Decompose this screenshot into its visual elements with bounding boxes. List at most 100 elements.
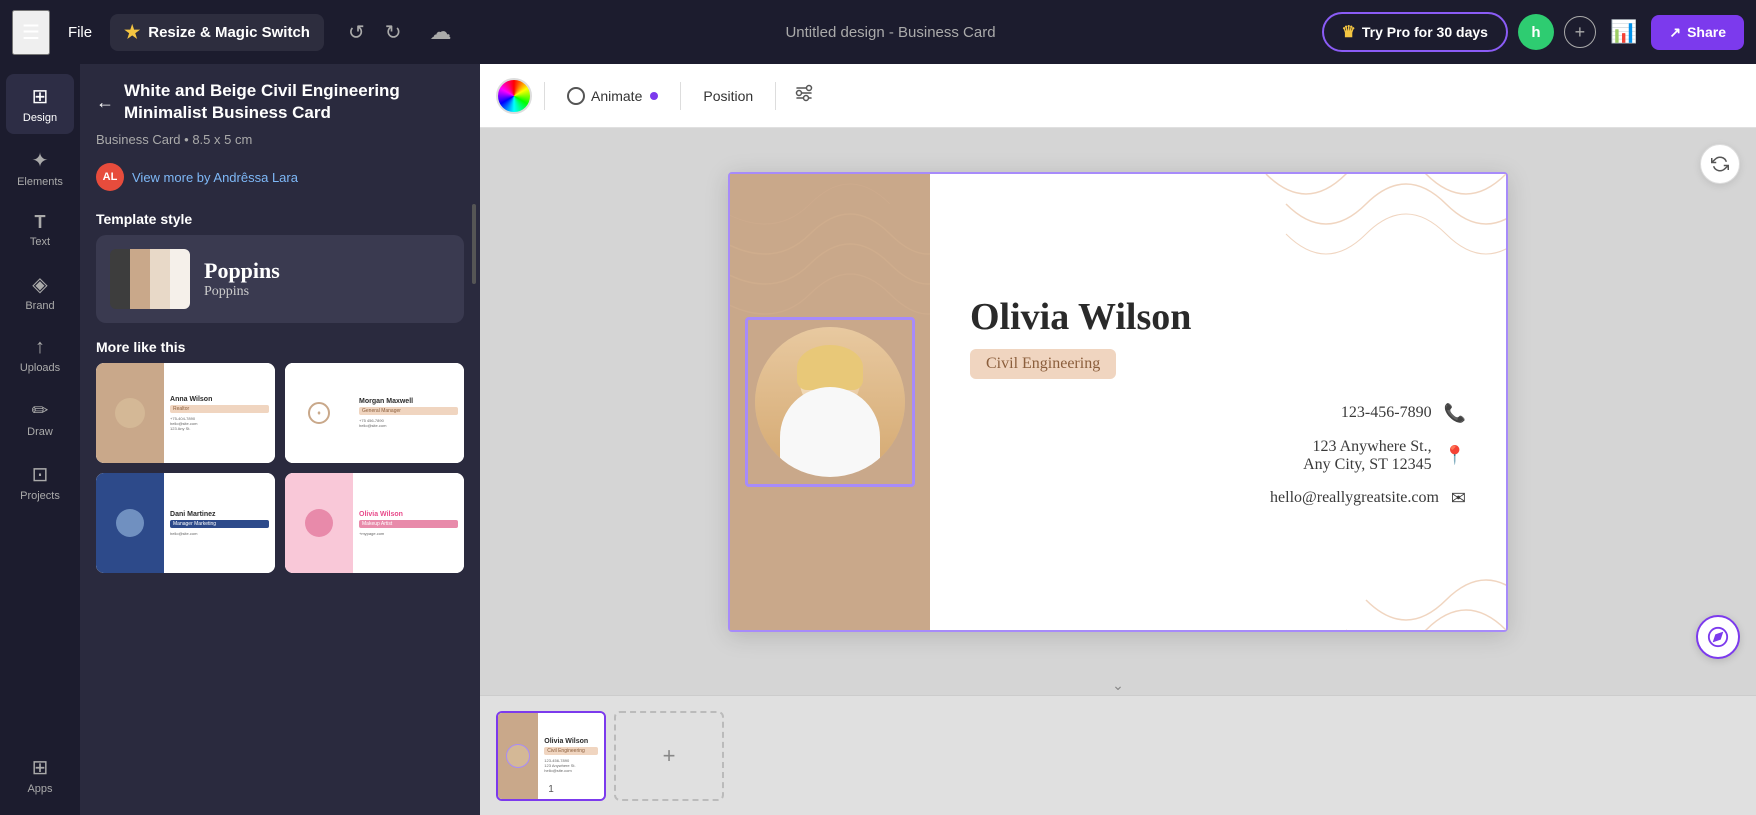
sidebar-label-apps: Apps [27,783,52,795]
sidebar-item-apps[interactable]: ⊞ Apps [6,745,74,805]
ai-compass-button[interactable] [1696,615,1740,659]
template-thumb-4[interactable]: Olivia Wilson Makeup Artist +mypage.com [285,473,464,573]
template-thumb-2[interactable]: ♦ Morgan Maxwell General Manager +75 456… [285,363,464,463]
more-options-button[interactable] [788,77,820,115]
animate-circle-icon [567,87,585,105]
try-pro-label: Try Pro for 30 days [1362,24,1488,40]
filmstrip-page-number: 1 [548,784,554,795]
card-job-title: Civil Engineering [970,349,1116,379]
photo-frame [745,317,915,487]
cloud-save-button[interactable]: ☁ [422,13,460,51]
thumb-name-1: Anna Wilson [170,396,269,403]
template-thumb-1[interactable]: Anna Wilson Realtor +75-404-7890hello@si… [96,363,275,463]
thumb-job-4: Makeup Artist [359,520,458,528]
filmstrip-card-job: Civil Engineering [544,747,598,755]
font-name-small: Poppins [204,284,280,300]
color-picker-button[interactable] [496,78,532,114]
thumb-name-2: Morgan Maxwell [359,398,458,405]
person-silhouette [755,327,905,477]
scroll-handle[interactable] [472,204,476,284]
redo-button[interactable]: ↻ [377,14,410,51]
uploads-icon: ↑ [35,336,45,359]
thumb-left-4 [285,473,353,573]
panel-back-button[interactable]: ← [96,92,114,113]
business-card: Olivia Wilson Civil Engineering 123-456-… [728,172,1508,632]
sidebar-item-elements[interactable]: ✦ Elements [6,138,74,198]
font-name-large: Poppins [204,258,280,284]
thumb-job-3: Manager Marketing [170,520,269,528]
thumb-name-3: Dani Martinez [170,511,269,518]
template-style-card[interactable]: Poppins Poppins [96,235,464,323]
person-body [780,387,880,477]
filmstrip-card-name: Olivia Wilson [544,738,598,745]
refresh-ai-button[interactable] [1700,144,1740,184]
template-style-title: Template style [80,199,480,235]
undo-redo-group: ↺ ↻ [340,14,410,51]
thumb-contact-4: +mypage.com [359,531,458,536]
star-icon: ★ [124,22,140,43]
try-pro-button[interactable]: ♛ Try Pro for 30 days [1322,12,1508,52]
sidebar-label-design: Design [23,112,57,124]
font-info: Poppins Poppins [204,258,280,300]
brand-icon: ◈ [32,272,47,297]
panel-header: ← White and Beige Civil Engineering Mini… [80,64,480,132]
thumb-card-1: Anna Wilson Realtor +75-404-7890hello@si… [96,363,275,463]
sidebar-label-uploads: Uploads [20,362,60,374]
contact-address-row: 123 Anywhere St., Any City, ST 12345 📍 [970,438,1466,474]
thumb-contact-3: hello@site.com [170,531,269,536]
thumb-card-3: Dani Martinez Manager Marketing hello@si… [96,473,275,573]
card-left-section [730,174,930,630]
filmstrip-page-1[interactable]: Olivia Wilson Civil Engineering 123-456-… [496,711,606,801]
color-swatches [110,249,190,309]
add-page-icon: + [663,743,676,769]
phone-icon: 📞 [1444,403,1466,424]
panel-title: White and Beige Civil Engineering Minima… [124,80,464,124]
analytics-button[interactable]: 📊 [1606,15,1641,49]
topbar: ☰ File ★ Resize & Magic Switch ↺ ↻ ☁ Unt… [0,0,1756,64]
add-collaborator-button[interactable]: + [1564,16,1596,48]
card-person-name: Olivia Wilson [970,295,1466,339]
sidebar-label-draw: Draw [27,426,53,438]
animate-dot [650,92,658,100]
sidebar-item-design[interactable]: ⊞ Design [6,74,74,134]
location-icon: 📍 [1444,445,1466,466]
projects-icon: ⊡ [32,462,49,487]
animate-button[interactable]: Animate [557,81,668,111]
sidebar-label-text: Text [30,236,50,248]
position-button[interactable]: Position [693,82,763,110]
share-icon: ↗ [1669,24,1681,41]
author-link[interactable]: View more by Andrêssa Lara [132,170,298,185]
add-page-button[interactable]: + [614,711,724,801]
user-avatar-button[interactable]: h [1518,14,1554,50]
topbar-right: ♛ Try Pro for 30 days h + 📊 ↗ Share [1322,12,1744,52]
filmstrip: Olivia Wilson Civil Engineering 123-456-… [480,695,1756,815]
templates-grid: Anna Wilson Realtor +75-404-7890hello@si… [80,363,480,573]
elements-icon: ✦ [32,148,49,173]
contact-address: 123 Anywhere St., Any City, ST 12345 [1303,438,1431,474]
sidebar-item-text[interactable]: T Text [6,202,74,258]
canvas-toolbar: Animate Position [480,64,1756,128]
template-thumb-3[interactable]: Dani Martinez Manager Marketing hello@si… [96,473,275,573]
panel-collapse-button[interactable]: ‹ [470,416,480,464]
file-menu-button[interactable]: File [58,18,102,47]
sidebar-item-brand[interactable]: ◈ Brand [6,262,74,322]
contact-phone: 123-456-7890 [1341,404,1432,422]
contact-email: hello@reallygreatsite.com [1270,489,1439,507]
sidebar-item-projects[interactable]: ⊡ Projects [6,452,74,512]
resize-magic-switch-button[interactable]: ★ Resize & Magic Switch [110,14,324,51]
share-button[interactable]: ↗ Share [1651,15,1744,50]
filmstrip-card-contact: 123-456-7890123 Anywhere St.hello@site.c… [544,758,598,773]
sidebar-item-uploads[interactable]: ↑ Uploads [6,326,74,384]
undo-button[interactable]: ↺ [340,14,373,51]
collapse-filmstrip-button[interactable]: ⌄ [1112,677,1124,694]
swatch-4 [170,249,190,309]
thumb-contact-1: +75-404-7890hello@site.com123 Any St. [170,416,269,431]
hamburger-button[interactable]: ☰ [12,10,50,55]
sidebar-item-draw[interactable]: ✏ Draw [6,388,74,448]
canvas-workspace[interactable]: Olivia Wilson Civil Engineering 123-456-… [480,128,1756,675]
thumb-left-3 [96,473,164,573]
email-icon: ✉ [1451,488,1466,509]
thumb-right-4: Olivia Wilson Makeup Artist +mypage.com [353,473,464,573]
draw-icon: ✏ [32,398,49,423]
toolbar-divider-3 [775,82,776,110]
